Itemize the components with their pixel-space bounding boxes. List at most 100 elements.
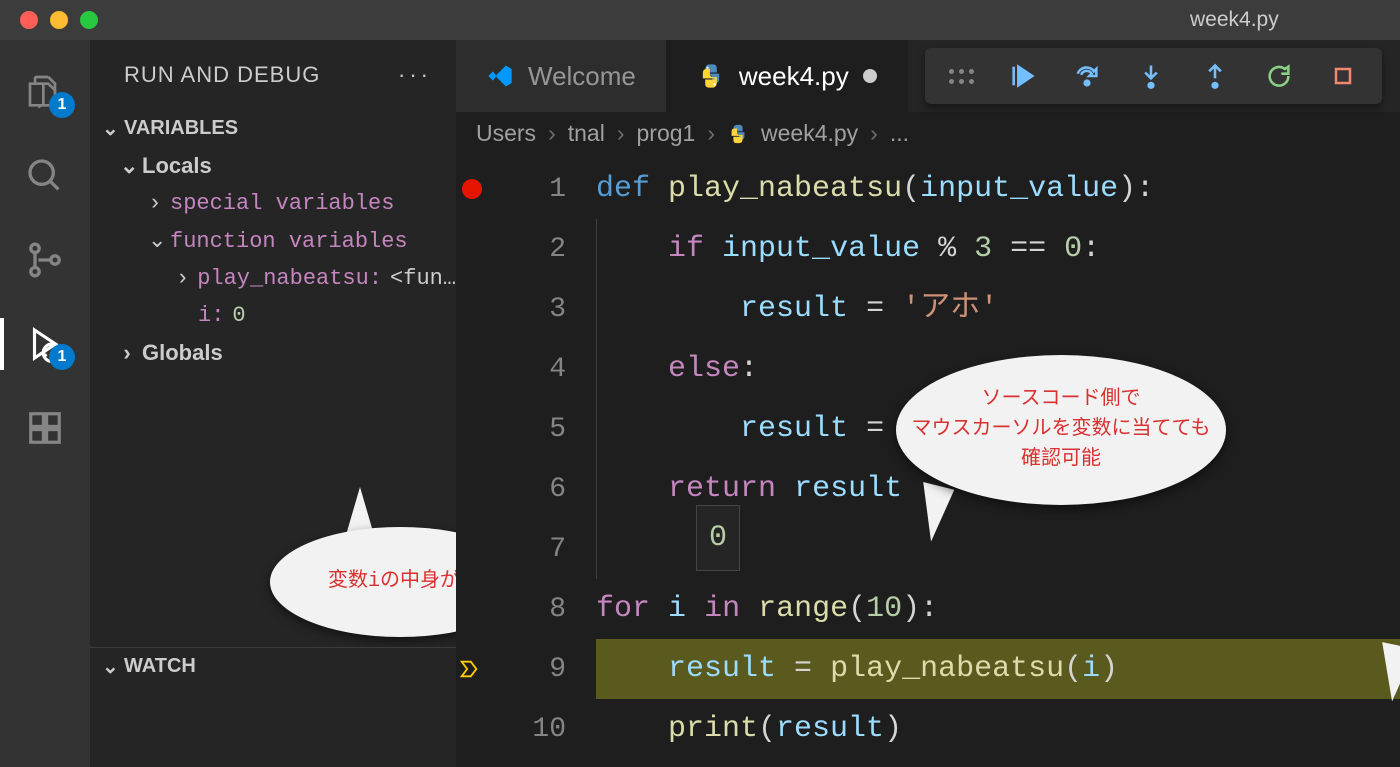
minimize-window-button[interactable] (50, 11, 68, 29)
breadcrumb-item[interactable]: prog1 (637, 120, 696, 147)
step-over-button[interactable] (1072, 61, 1102, 91)
indent-guide (596, 219, 597, 579)
close-window-button[interactable] (20, 11, 38, 29)
code-line[interactable]: if input_value % 3 == 0: (596, 219, 1400, 279)
debug-toolbar[interactable] (925, 48, 1382, 104)
callout-text: 変数iの中身が0 (328, 567, 456, 597)
tab-week4[interactable]: week4.py (667, 40, 908, 112)
line-number: 2 (549, 234, 566, 265)
extensions-icon[interactable] (23, 406, 67, 450)
chevron-right-icon: › (617, 120, 625, 147)
watch-section-header[interactable]: ⌄ WATCH (90, 648, 456, 685)
activity-bar: 1 1 (0, 40, 90, 767)
chevron-down-icon: ⌄ (148, 228, 162, 254)
chevron-right-icon: › (148, 191, 162, 216)
vscode-icon (486, 62, 514, 90)
callout-text: 確認可能 (1021, 445, 1101, 475)
step-out-button[interactable] (1200, 61, 1230, 91)
code-editor[interactable]: 1 2 3 4 5 6 7 8 9 10 def play_nabeatsu(i… (456, 159, 1400, 767)
execution-pointer-icon (458, 658, 480, 680)
code-line-current[interactable]: result = play_nabeatsu(i) (596, 639, 1400, 699)
run-debug-icon[interactable]: 1 (23, 322, 67, 366)
variables-section-header[interactable]: ⌄ VARIABLES (90, 110, 456, 147)
locals-label: Locals (142, 153, 212, 179)
chevron-right-icon: › (120, 340, 134, 366)
globals-label: Globals (142, 340, 223, 366)
callout-variable-i: 変数iの中身が0 (270, 527, 456, 637)
breadcrumb-item[interactable]: week4.py (761, 120, 858, 147)
code-line[interactable]: print(result) (596, 699, 1400, 759)
tab-welcome[interactable]: Welcome (456, 40, 667, 112)
code-line[interactable]: for i in range(10): (596, 579, 1400, 639)
line-number: 7 (549, 534, 566, 565)
variable-key: play_nabeatsu: (197, 266, 382, 291)
editor-area: Welcome week4.py (456, 40, 1400, 767)
special-variables-row[interactable]: › special variables (90, 185, 456, 222)
stop-button[interactable] (1328, 61, 1358, 91)
sidebar-header: RUN AND DEBUG ··· (90, 40, 456, 110)
debug-badge: 1 (49, 344, 75, 370)
chevron-right-icon: › (548, 120, 556, 147)
source-control-icon[interactable] (23, 238, 67, 282)
function-variables-label: function variables (170, 229, 408, 254)
gutter[interactable]: 1 2 3 4 5 6 7 8 9 10 (456, 159, 596, 767)
traffic-lights (0, 11, 98, 29)
watch-section: ⌄ WATCH (90, 647, 456, 767)
line-number: 8 (549, 594, 566, 625)
breakpoint-icon[interactable] (462, 179, 482, 199)
python-icon (727, 123, 749, 145)
tab-label: week4.py (739, 61, 849, 92)
special-variables-label: special variables (170, 191, 394, 216)
line-number: 5 (549, 414, 566, 445)
line-number: 9 (549, 654, 566, 685)
line-number: 4 (549, 354, 566, 385)
chevron-down-icon: ⌄ (102, 116, 116, 141)
tab-label: Welcome (528, 61, 636, 92)
sidebar-title: RUN AND DEBUG (124, 62, 320, 88)
line-number: 6 (549, 474, 566, 505)
chevron-right-icon: › (870, 120, 878, 147)
chevron-right-icon: › (707, 120, 715, 147)
variable-i[interactable]: › i: 0 (90, 297, 456, 334)
variable-value: <fun… (390, 266, 456, 291)
variables-tree: ⌄ Locals › special variables ⌄ function … (90, 147, 456, 647)
breadcrumb-item[interactable]: ... (890, 120, 909, 147)
code-content[interactable]: def play_nabeatsu(input_value): if input… (596, 159, 1400, 767)
function-variables-row[interactable]: ⌄ function variables (90, 222, 456, 260)
explorer-icon[interactable]: 1 (23, 70, 67, 114)
explorer-badge: 1 (49, 92, 75, 118)
drag-handle-icon[interactable] (949, 69, 974, 84)
callout-hover-tip: ソースコード側で マウスカーソルを変数に当てても 確認可能 (896, 355, 1226, 505)
variable-value: 0 (232, 303, 245, 328)
line-number: 3 (549, 294, 566, 325)
line-number: 10 (532, 714, 566, 745)
hover-value-tooltip: 0 (696, 505, 740, 571)
variable-key: i: (198, 303, 224, 328)
chevron-down-icon: ⌄ (120, 153, 134, 179)
sidebar-more-icon[interactable]: ··· (398, 62, 432, 88)
code-line[interactable]: result = 'アホ' (596, 279, 1400, 339)
titlebar: week4.py (0, 0, 1400, 40)
python-icon (697, 62, 725, 90)
watch-label: WATCH (124, 655, 196, 678)
variables-label: VARIABLES (124, 117, 238, 140)
dirty-indicator-icon (863, 69, 877, 83)
restart-button[interactable] (1264, 61, 1294, 91)
chevron-right-icon: › (176, 266, 189, 291)
globals-scope[interactable]: › Globals (90, 334, 456, 372)
breadcrumb-item[interactable]: tnal (568, 120, 605, 147)
variable-play-nabeatsu[interactable]: › play_nabeatsu: <fun… (90, 260, 456, 297)
search-icon[interactable] (23, 154, 67, 198)
callout-text: マウスカーソルを変数に当てても (912, 415, 1211, 445)
debug-sidebar: RUN AND DEBUG ··· ⌄ VARIABLES ⌄ Locals ›… (90, 40, 456, 767)
window-title: week4.py (1190, 8, 1279, 32)
breadcrumb-item[interactable]: Users (476, 120, 536, 147)
continue-button[interactable] (1008, 61, 1038, 91)
code-line[interactable]: def play_nabeatsu(input_value): (596, 159, 1400, 219)
step-into-button[interactable] (1136, 61, 1166, 91)
chevron-down-icon: ⌄ (102, 654, 116, 679)
breadcrumb[interactable]: Users › tnal › prog1 › week4.py › ... (456, 112, 1400, 159)
maximize-window-button[interactable] (80, 11, 98, 29)
locals-scope[interactable]: ⌄ Locals (90, 147, 456, 185)
line-number: 1 (549, 174, 566, 205)
